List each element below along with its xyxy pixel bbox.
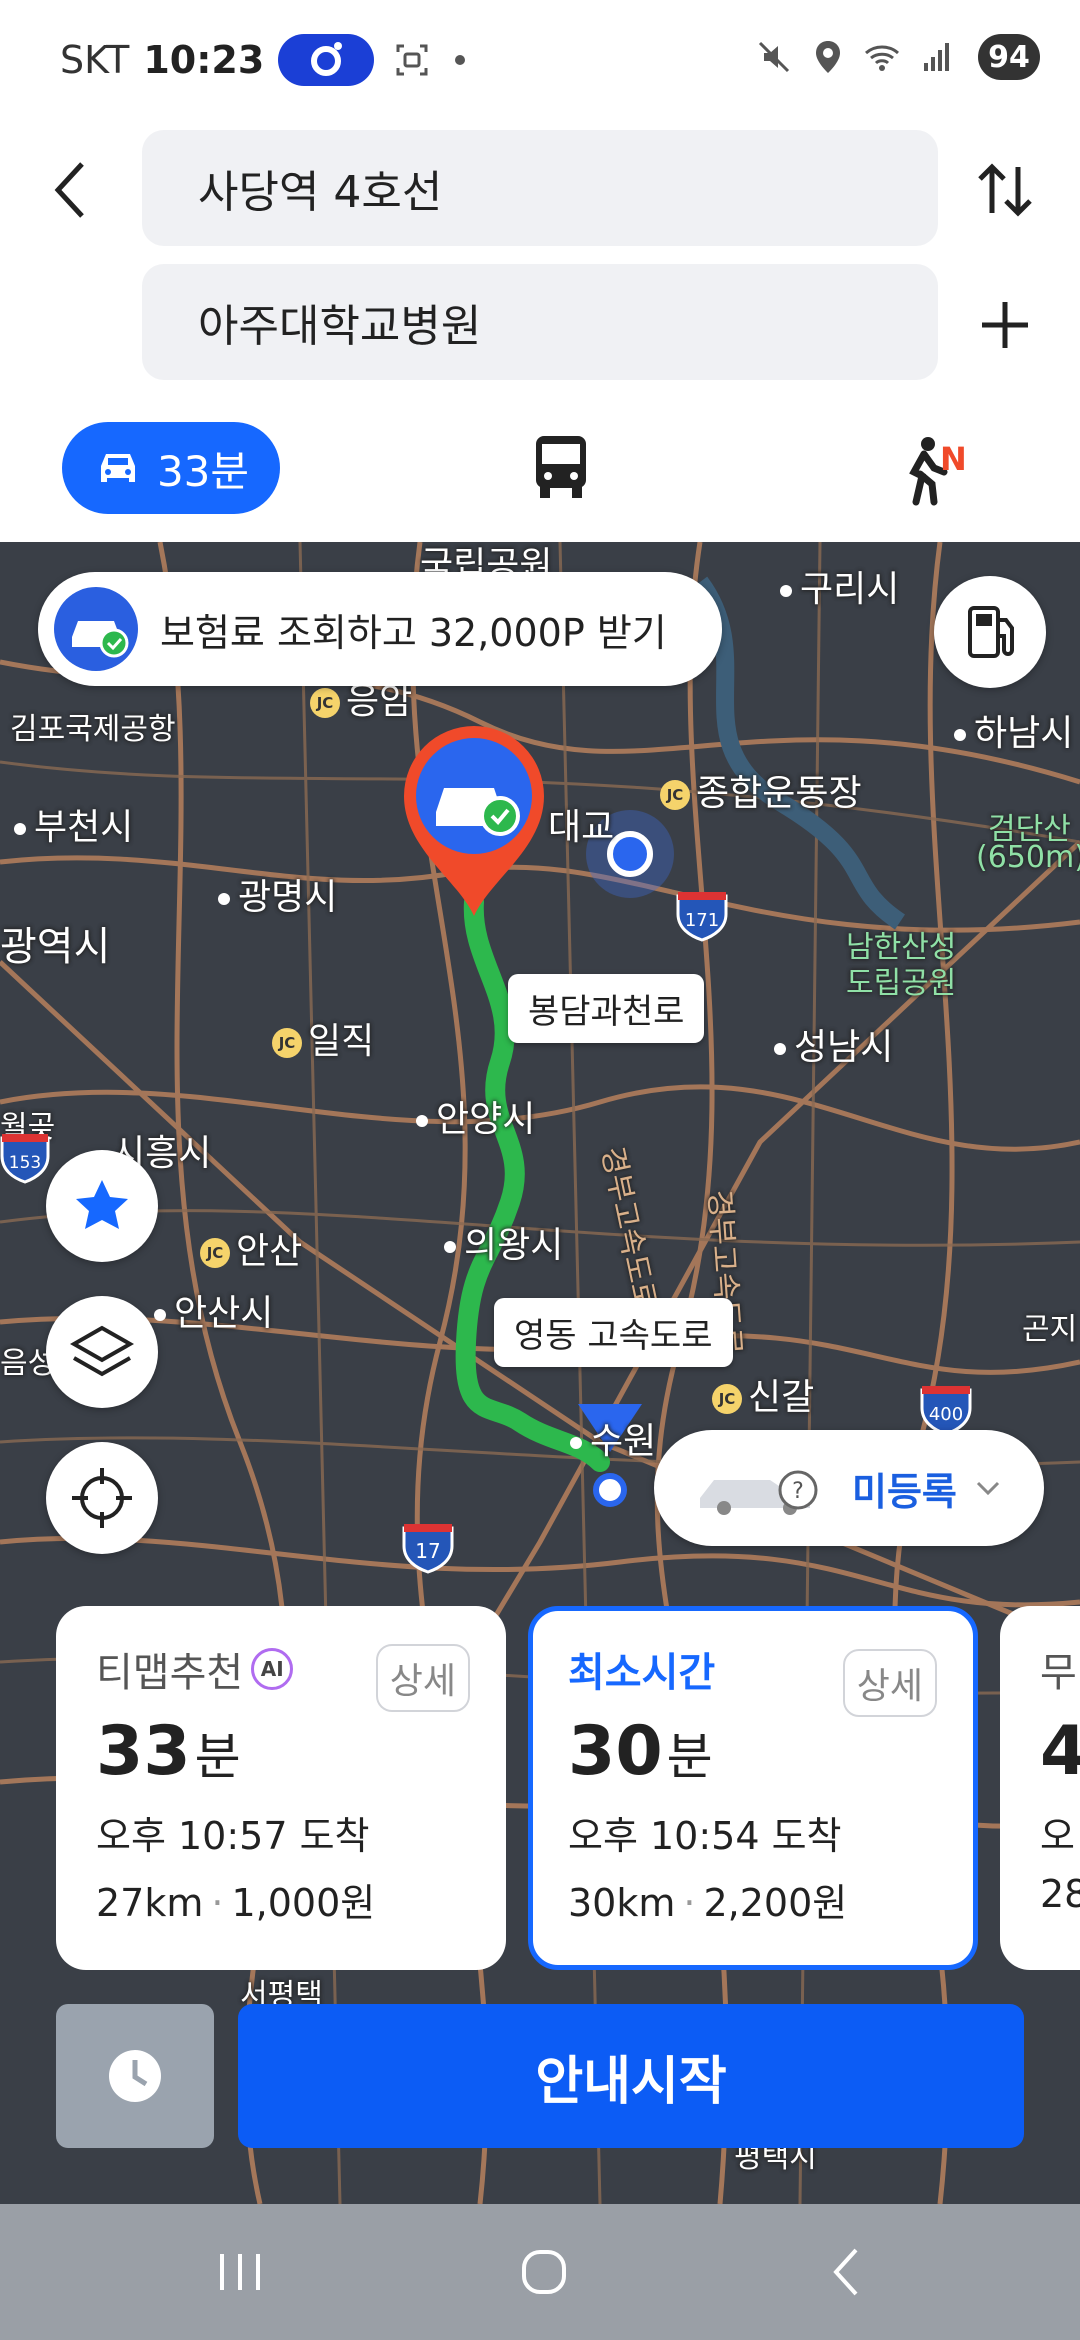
route-shield-icon: 17 [402, 1524, 454, 1574]
route-card-free[interactable]: 무 4 오 28 [1000, 1606, 1080, 1970]
route-arrival: 오후 10:54 도착 [568, 1814, 842, 1858]
map-label: 의왕시 [444, 1216, 563, 1268]
promo-car-icon [54, 587, 138, 671]
star-icon [76, 1180, 128, 1229]
location-icon [816, 41, 840, 73]
route-shield-icon: 153 [0, 1134, 50, 1184]
wifi-icon [865, 45, 899, 71]
bus-icon[interactable] [530, 432, 592, 502]
route-minutes: 4 [1040, 1712, 1080, 1791]
route-detail-button[interactable]: 상세 [375, 1644, 470, 1712]
status-bar: SKT 10:23 94 [0, 0, 1080, 120]
svg-text:17: 17 [415, 1539, 440, 1563]
ai-icon: AI [251, 1648, 294, 1690]
road-tag-bongdam: 봉담과천로 [508, 974, 705, 1043]
route-minutes: 33 [96, 1712, 191, 1791]
carrier-label: SKT [60, 38, 130, 82]
system-nav-bar [0, 2204, 1080, 2340]
map-label: 구리시 [780, 560, 899, 612]
svg-text:153: 153 [9, 1153, 41, 1173]
insurance-promo-banner[interactable]: 보험료 조회하고 32,000P 받기 [38, 572, 722, 686]
route-minutes: 30 [568, 1712, 663, 1791]
chevron-down-icon [976, 1481, 999, 1496]
map-label: JC 신갈 [712, 1368, 814, 1420]
mute-icon [758, 41, 790, 73]
route-shield-icon: 400 [920, 1386, 972, 1436]
origin-pin-icon [404, 726, 544, 916]
gas-station-button[interactable] [934, 576, 1046, 688]
vehicle-status: 미등록 [852, 1469, 957, 1514]
back-nav-icon[interactable] [808, 2234, 888, 2310]
walk-new-badge: N [940, 440, 967, 478]
status-time: 10:23 [143, 38, 265, 82]
swap-icon[interactable] [970, 155, 1040, 225]
origin-text: 사당역 4호선 [198, 167, 443, 218]
route-distance: 27km [96, 1881, 204, 1925]
road-tag-yeongdong: 영동 고속도로 [494, 1298, 733, 1367]
promo-text: 보험료 조회하고 32,000P 받기 [160, 610, 667, 655]
map-label: 김포국제공항 [10, 712, 176, 747]
destination-field[interactable]: 아주대학교병원 [142, 264, 938, 380]
map-label: JC 일직 [272, 1012, 374, 1064]
map-label: 곤지 [1022, 1312, 1078, 1347]
home-icon[interactable] [504, 2234, 584, 2310]
map-label: 하남시 [954, 704, 1073, 756]
depart-time-button[interactable] [56, 2004, 214, 2148]
current-location-button[interactable] [46, 1442, 158, 1554]
crosshair-icon [72, 1468, 132, 1528]
route-minutes-unit: 분 [194, 1728, 241, 1786]
origin-field[interactable]: 사당역 4호선 [142, 130, 938, 246]
map-label: 수원 [570, 1412, 656, 1464]
route-distance: 28 [1040, 1872, 1080, 1916]
route-distance: 30km [568, 1881, 676, 1925]
route-card-recommended[interactable]: 티맵추천 AI 상세 33분 오후 10:57 도착 27km · 1,000원 [56, 1606, 506, 1970]
route-card-fastest[interactable]: 최소시간 상세 30분 오후 10:54 도착 30km · 2,200원 [528, 1606, 978, 1970]
map-label: 광명시 [218, 868, 337, 920]
map-label: 부천시 [14, 798, 133, 850]
back-arrow-icon[interactable] [40, 150, 104, 230]
map-label: (650m) [976, 840, 1080, 875]
svg-text:171: 171 [685, 910, 719, 931]
add-waypoint-icon[interactable] [970, 290, 1040, 360]
map-label: 안산시 [154, 1284, 273, 1336]
battery-badge: 94 [978, 34, 1040, 80]
route-arrival: 오 [1040, 1814, 1075, 1858]
favorites-button[interactable] [46, 1150, 158, 1262]
layers-icon [70, 1325, 134, 1377]
vehicle-badge[interactable]: ? 미등록 [654, 1430, 1044, 1546]
tmap-running-icon [278, 34, 375, 86]
car-time: 33분 [156, 446, 250, 496]
map-label: JC 안산 [200, 1222, 302, 1274]
route-fee: 1,000원 [231, 1881, 376, 1925]
dot-icon [455, 55, 466, 65]
route-arrival: 오후 10:57 도착 [96, 1814, 370, 1858]
map-label: 안양시 [416, 1090, 535, 1142]
route-fee: 2,200원 [703, 1881, 848, 1925]
vehicle-icon: ? [700, 1470, 818, 1515]
svg-text:400: 400 [929, 1404, 963, 1425]
tab-car[interactable]: 33분 [62, 422, 280, 514]
route-name: 티맵추천 [96, 1650, 244, 1696]
signal-icon [924, 43, 949, 71]
car-icon [100, 454, 135, 482]
route-detail-button[interactable]: 상세 [842, 1649, 937, 1717]
gas-station-icon [968, 606, 1014, 658]
destination-text: 아주대학교병원 [198, 301, 482, 352]
screenshot-icon [396, 44, 428, 76]
route-shield-icon: 171 [676, 892, 728, 942]
layers-button[interactable] [46, 1296, 158, 1408]
clock-icon [109, 2050, 161, 2102]
recent-apps-icon[interactable] [200, 2234, 280, 2310]
route-minutes-unit: 분 [666, 1728, 713, 1786]
map-label: 성남시 [774, 1018, 893, 1070]
svg-text:?: ? [792, 1479, 804, 1504]
map-label: 대교 [548, 807, 615, 848]
start-navigation-button[interactable]: 안내시작 [238, 2004, 1024, 2148]
route-name: 무 [1040, 1650, 1077, 1696]
route-name: 최소시간 [568, 1650, 716, 1696]
map-label: 광역시 [0, 924, 111, 970]
map-label: 도립공원 [846, 966, 957, 1001]
map-label: JC 종합운동장 [660, 764, 862, 816]
